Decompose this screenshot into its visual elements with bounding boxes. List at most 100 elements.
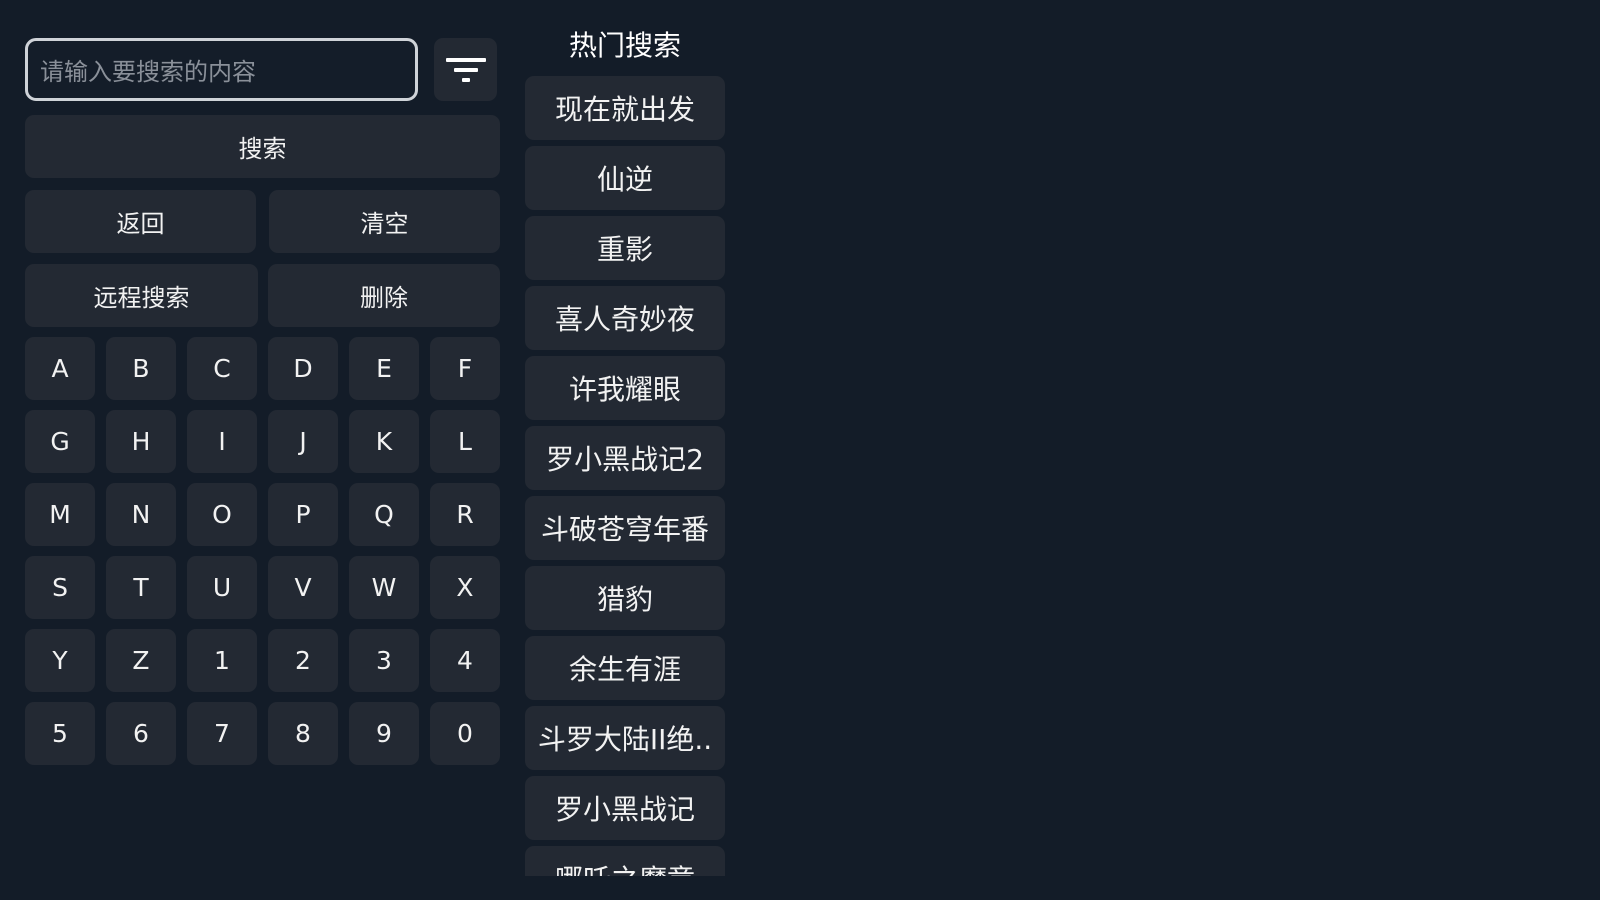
hot-search-item[interactable]: 现在就出发: [525, 76, 725, 140]
clear-button[interactable]: 清空: [269, 190, 500, 253]
hot-search-item[interactable]: 罗小黑战记: [525, 776, 725, 840]
key-7[interactable]: 7: [187, 702, 257, 765]
key-label: D: [293, 354, 313, 383]
hot-search-item[interactable]: 重影: [525, 216, 725, 280]
key-3[interactable]: 3: [349, 629, 419, 692]
key-c[interactable]: C: [187, 337, 257, 400]
key-4[interactable]: 4: [430, 629, 500, 692]
key-x[interactable]: X: [430, 556, 500, 619]
key-l[interactable]: L: [430, 410, 500, 473]
hot-search-item[interactable]: 许我耀眼: [525, 356, 725, 420]
search-placeholder: 请输入要搜索的内容: [40, 58, 256, 86]
hot-search-item-label: 现在就出发: [554, 93, 695, 126]
key-label: U: [212, 573, 232, 602]
key-u[interactable]: U: [187, 556, 257, 619]
key-label: Z: [132, 646, 150, 675]
key-label: E: [376, 354, 392, 383]
key-label: Y: [52, 646, 68, 675]
key-r[interactable]: R: [430, 483, 500, 546]
remote-search-button-label: 远程搜索: [93, 284, 190, 312]
hot-search-item[interactable]: 余生有涯: [525, 636, 725, 700]
key-5[interactable]: 5: [25, 702, 95, 765]
hot-search-item[interactable]: 猎豹: [525, 566, 725, 630]
key-g[interactable]: G: [25, 410, 95, 473]
key-label: 6: [133, 719, 149, 748]
hot-search-item[interactable]: 哪吒之魔童: [525, 846, 725, 876]
hot-search-item[interactable]: 仙逆: [525, 146, 725, 210]
key-label: V: [294, 573, 312, 602]
key-label: 2: [295, 646, 311, 675]
hot-search-item-label: 罗小黑战记: [554, 793, 695, 826]
back-button[interactable]: 返回: [25, 190, 256, 253]
hot-search-item-label: 猎豹: [596, 583, 653, 616]
key-z[interactable]: Z: [106, 629, 176, 692]
hot-search-item-label: 仙逆: [596, 163, 653, 196]
hot-search-item[interactable]: 罗小黑战记2: [525, 426, 725, 490]
key-label: 7: [214, 719, 230, 748]
delete-button[interactable]: 删除: [268, 264, 500, 327]
key-w[interactable]: W: [349, 556, 419, 619]
hot-search-item-label: 斗罗大陆II绝..: [537, 723, 713, 756]
hot-search-item[interactable]: 喜人奇妙夜: [525, 286, 725, 350]
hot-search-item-label: 斗破苍穹年番: [540, 513, 709, 546]
key-label: X: [456, 573, 474, 602]
key-6[interactable]: 6: [106, 702, 176, 765]
hot-search-title: 热门搜索: [568, 29, 681, 62]
search-button-label: 搜索: [238, 135, 287, 163]
key-label: M: [49, 500, 71, 529]
key-h[interactable]: H: [106, 410, 176, 473]
key-0[interactable]: 0: [430, 702, 500, 765]
filter-button[interactable]: [434, 38, 497, 101]
hot-search-item-label: 余生有涯: [568, 653, 681, 686]
clear-button-label: 清空: [360, 210, 409, 238]
key-label: S: [52, 573, 68, 602]
key-m[interactable]: M: [25, 483, 95, 546]
filter-icon: [445, 57, 486, 82]
key-1[interactable]: 1: [187, 629, 257, 692]
key-label: T: [133, 573, 149, 602]
key-e[interactable]: E: [349, 337, 419, 400]
key-label: 4: [457, 646, 473, 675]
key-label: R: [456, 500, 474, 529]
search-input[interactable]: 请输入要搜索的内容: [25, 38, 418, 101]
key-s[interactable]: S: [25, 556, 95, 619]
key-label: O: [212, 500, 232, 529]
back-button-label: 返回: [116, 210, 165, 238]
hot-search-item-label: 罗小黑战记2: [546, 443, 704, 476]
key-f[interactable]: F: [430, 337, 500, 400]
key-label: K: [375, 427, 393, 456]
key-k[interactable]: K: [349, 410, 419, 473]
key-label: J: [299, 427, 307, 456]
key-t[interactable]: T: [106, 556, 176, 619]
key-label: 8: [295, 719, 311, 748]
delete-button-label: 删除: [360, 284, 408, 312]
hot-search-item-label: 喜人奇妙夜: [554, 303, 695, 336]
hot-search-list[interactable]: 现在就出发仙逆重影喜人奇妙夜许我耀眼罗小黑战记2 斗破苍穹年番 猎豹余生有涯斗罗大陆…: [525, 76, 725, 876]
key-label: 0: [457, 719, 473, 748]
key-b[interactable]: B: [106, 337, 176, 400]
key-p[interactable]: P: [268, 483, 338, 546]
key-label: H: [131, 427, 151, 456]
search-button[interactable]: 搜索: [25, 115, 500, 178]
hot-search-item-label: 许我耀眼: [568, 373, 681, 406]
hot-search-item[interactable]: 斗罗大陆II绝..: [525, 706, 725, 770]
key-d[interactable]: D: [268, 337, 338, 400]
key-q[interactable]: Q: [349, 483, 419, 546]
key-n[interactable]: N: [106, 483, 176, 546]
key-i[interactable]: I: [187, 410, 257, 473]
key-label: Q: [374, 500, 394, 529]
hot-search-item-label: 哪吒之魔童: [555, 858, 695, 876]
key-2[interactable]: 2: [268, 629, 338, 692]
key-a[interactable]: A: [25, 337, 95, 400]
key-8[interactable]: 8: [268, 702, 338, 765]
hot-search-item-label: 重影: [596, 233, 653, 266]
key-label: 1: [214, 646, 230, 675]
key-j[interactable]: J: [268, 410, 338, 473]
key-v[interactable]: V: [268, 556, 338, 619]
key-o[interactable]: O: [187, 483, 257, 546]
remote-search-button[interactable]: 远程搜索: [25, 264, 258, 327]
key-9[interactable]: 9: [349, 702, 419, 765]
hot-search-item[interactable]: 斗破苍穹年番: [525, 496, 725, 560]
key-label: C: [213, 354, 231, 383]
key-y[interactable]: Y: [25, 629, 95, 692]
